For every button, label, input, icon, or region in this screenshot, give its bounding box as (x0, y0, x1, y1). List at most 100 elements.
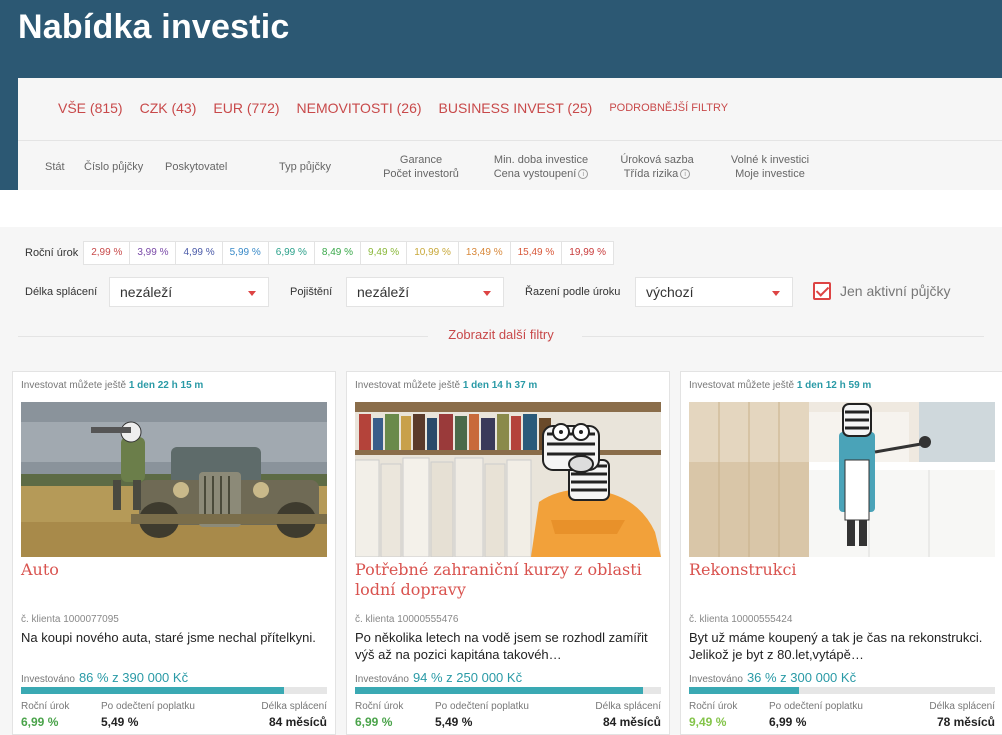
pojisteni-label: Pojištění (290, 286, 333, 298)
pojisteni-value: nezáleží (357, 284, 410, 300)
loan-image[interactable] (355, 402, 661, 557)
loan-card[interactable]: Investovat můžete ještě 1 den 22 h 15 m (12, 371, 336, 735)
bookshelf-illustration (355, 402, 661, 557)
select-filter-row: Délka splácení nezáleží Pojištění nezále… (25, 277, 985, 307)
rate-chip[interactable]: 10,99 % (406, 241, 459, 265)
pojisteni-select[interactable]: nezáleží (346, 277, 504, 307)
col-trida-rizika-label: Třída rizika (623, 168, 679, 180)
client-id: č. klienta 10000555476 (355, 614, 459, 625)
loan-stats: Roční úrok 6,99 % Po odečtení poplatku 5,4… (21, 701, 327, 731)
progress-fill (689, 687, 800, 694)
rate-chip[interactable]: 13,49 % (457, 241, 511, 265)
stat-rate-label: Roční úrok (355, 701, 404, 712)
stat-fee-label: Po odečtení poplatku (769, 701, 863, 712)
rate-chip[interactable]: 5,99 % (221, 241, 269, 265)
delka-splaceni-select[interactable]: nezáleží (109, 277, 269, 307)
stat-fee-label: Po odečtení poplatku (435, 701, 529, 712)
col-stat[interactable]: Stát (45, 160, 65, 174)
rate-chip[interactable]: 3,99 % (129, 241, 177, 265)
col-volne[interactable]: Volné k investici Moje investice (722, 153, 818, 181)
tab-eur[interactable]: EUR (772) (213, 100, 279, 116)
tabs-panel: VŠE (815) CZK (43) EUR (772) NEMOVITOSTI… (18, 78, 1002, 190)
stat-rate: Roční úrok 6,99 % (21, 701, 69, 729)
kitchen-illustration (689, 402, 995, 557)
progress-fill (355, 687, 643, 694)
stat-rate-value: 6,99 % (355, 715, 393, 729)
loan-title[interactable]: Potřebné zahraniční kurzy z oblasti lodn… (355, 560, 661, 600)
rate-chip[interactable]: 19,99 % (561, 241, 614, 265)
table-column-headers: Stát Číslo půjčky Poskytovatel Typ půjčk… (18, 152, 1002, 184)
loan-description: Po několika letech na vodě jsem se rozho… (355, 630, 648, 662)
loan-card[interactable]: Investovat můžete ještě 1 den 14 h 37 m (346, 371, 670, 735)
loan-image[interactable] (689, 402, 995, 557)
col-min-doba[interactable]: Min. doba investice Cena vystoupení i (484, 153, 598, 181)
progress-bar (21, 687, 327, 694)
stat-rate-value: 9,49 % (689, 715, 727, 729)
delka-splaceni-value: nezáleží (120, 284, 173, 300)
rate-chip[interactable]: 2,99 % (83, 241, 131, 265)
info-icon[interactable]: i (578, 169, 589, 180)
loan-title[interactable]: Auto (21, 560, 327, 580)
rate-chip[interactable]: 8,49 % (313, 241, 362, 265)
col-garance[interactable]: Garance Počet investorů (378, 153, 464, 181)
stat-rate: Roční úrok 6,99 % (355, 701, 403, 729)
stat-rate-value: 6,99 % (21, 715, 59, 729)
car-illustration (21, 402, 327, 557)
stat-fee: Po odečtení poplatku 5,49 % (435, 701, 529, 729)
razeni-select[interactable]: výchozí (635, 277, 793, 307)
tab-czk[interactable]: CZK (43) (140, 100, 197, 116)
col-urokova-sazba-label: Úroková sazba (620, 154, 694, 166)
invested-value: 86 % z 390 000 Kč (78, 670, 189, 685)
loan-description: Byt už máme koupený a tak je čas na reko… (689, 630, 983, 662)
invested-info: Investováno 36 % z 300 000 Kč (689, 670, 856, 685)
chevron-down-icon (772, 291, 780, 296)
tab-business-invest[interactable]: BUSINESS INVEST (25) (439, 100, 593, 116)
header: Nabídka investic VŠE (815) CZK (43) EUR … (0, 0, 1002, 190)
col-urokova-sazba[interactable]: Úroková sazba Třída rizika i (614, 153, 700, 181)
rate-chip[interactable]: 9,49 % (360, 241, 408, 265)
rate-chip[interactable]: 15,49 % (509, 241, 563, 265)
jen-aktivni-label[interactable]: Jen aktivní půjčky (840, 283, 951, 299)
stat-length-value: 84 měsíců (602, 715, 661, 729)
loan-stats: Roční úrok 6,99 % Po odečtení poplatku 5,4… (355, 701, 661, 731)
stat-length: Délka splácení 84 měsíců (595, 701, 661, 729)
rate-filter-label: Roční úrok (25, 247, 79, 259)
rate-chip[interactable]: 6,99 % (267, 241, 315, 265)
stat-fee-label: Po odečtení poplatku (101, 701, 195, 712)
rate-chip[interactable]: 4,99 % (175, 241, 223, 265)
loan-image[interactable] (21, 402, 327, 557)
client-id: č. klienta 1000077095 (21, 614, 119, 625)
stat-rate: Roční úrok 9,49 % (689, 701, 737, 729)
progress-bar (355, 687, 661, 694)
client-id: č. klienta 10000555424 (689, 614, 793, 625)
invested-label: Investováno (355, 674, 409, 685)
info-icon[interactable]: i (680, 169, 691, 180)
stat-length-value: 84 měsíců (268, 715, 327, 729)
stat-length-value: 78 měsíců (936, 715, 995, 729)
col-poskytovatel[interactable]: Poskytovatel (165, 160, 227, 174)
loan-card[interactable]: Investovat můžete ještě 1 den 12 h 59 m (680, 371, 1002, 735)
filters-panel: Roční úrok 2,99 % 3,99 % 4,99 % 5,99 % 6,99 … (0, 227, 1002, 357)
stat-fee: Po odečtení poplatku 6,99 % (769, 701, 863, 729)
invested-info: Investováno 94 % z 250 000 Kč (355, 670, 522, 685)
col-typ-pujcky[interactable]: Typ půjčky (279, 160, 331, 174)
jen-aktivni-checkbox[interactable] (813, 282, 831, 300)
invested-value: 94 % z 250 000 Kč (412, 670, 523, 685)
tab-nemovitosti[interactable]: NEMOVITOSTI (26) (297, 100, 422, 116)
col-cislo-pujcky[interactable]: Číslo půjčky (84, 160, 143, 174)
progress-fill (21, 687, 285, 694)
chevron-down-icon (483, 291, 491, 296)
more-filters: Zobrazit další filtry (0, 327, 1002, 342)
col-min-doba-label: Min. doba investice (493, 154, 589, 166)
tab-podrobnejsi-filtry[interactable]: PODROBNĚJŠÍ FILTRY (609, 102, 728, 114)
invested-label: Investováno (689, 674, 743, 685)
time-value: 1 den 12 h 59 m (796, 380, 872, 391)
tab-vse[interactable]: VŠE (815) (58, 100, 123, 116)
time-remaining: Investovat můžete ještě 1 den 14 h 37 m (355, 380, 537, 391)
time-prefix: Investovat můžete ještě (21, 380, 127, 391)
col-cena-vystoupeni-label: Cena vystoupení (493, 168, 577, 180)
page: Nabídka investic VŠE (815) CZK (43) EUR … (0, 0, 1002, 735)
invested-value: 36 % z 300 000 Kč (746, 670, 857, 685)
more-filters-link[interactable]: Zobrazit další filtry (448, 327, 553, 342)
loan-title[interactable]: Rekonstrukci (689, 560, 995, 580)
